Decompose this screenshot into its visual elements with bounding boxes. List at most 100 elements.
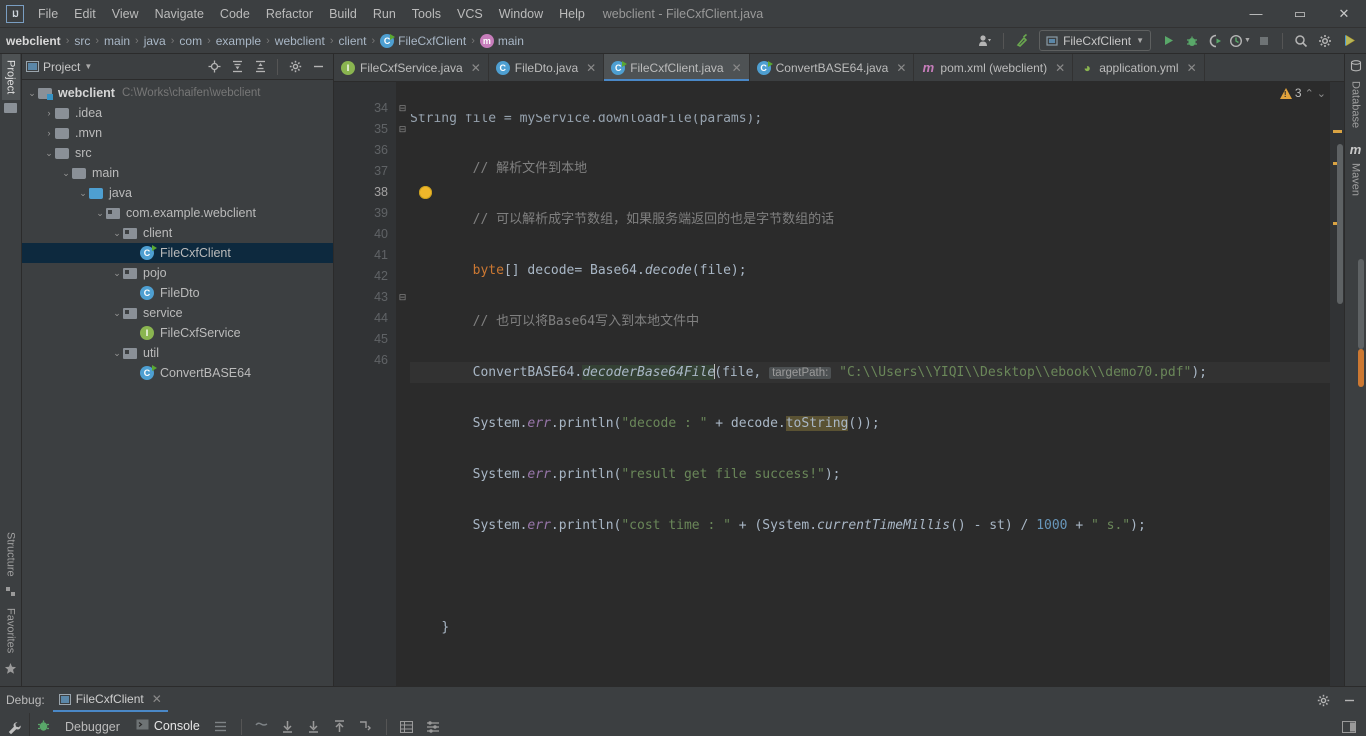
close-tab-icon[interactable]: ✕ — [1187, 61, 1197, 75]
tree-node[interactable]: ⌄ com.example.webclient — [22, 203, 333, 223]
chevron-down-icon[interactable]: ⌄ — [111, 268, 123, 279]
chevron-right-icon[interactable]: › — [43, 108, 55, 118]
tree-node[interactable]: ⌄ src — [22, 143, 333, 163]
editor-scrollbar-thumb[interactable] — [1358, 259, 1364, 349]
collapse-all-icon[interactable] — [249, 56, 271, 78]
tree-node[interactable]: I FileCxfService — [22, 323, 333, 343]
stop-button[interactable] — [1253, 30, 1275, 52]
sidebar-item-project[interactable]: Project — [1, 54, 20, 101]
run-with-coverage-button[interactable] — [1205, 30, 1227, 52]
close-button[interactable]: ✕ — [1322, 0, 1366, 28]
menu-build[interactable]: Build — [321, 3, 365, 25]
sidebar-item-favorites[interactable]: Favorites — [2, 602, 20, 659]
inspection-widget[interactable]: 3 ⌃ ⌄ — [1279, 86, 1326, 100]
menu-tools[interactable]: Tools — [404, 3, 449, 25]
tree-node-root[interactable]: ⌄ webclient C:\Works\chaifen\webclient — [22, 83, 333, 103]
editor-tab[interactable]: ◕ application.yml ✕ — [1073, 54, 1205, 81]
editor-tab[interactable]: C ConvertBASE64.java ✕ — [750, 54, 915, 81]
user-settings-icon[interactable] — [974, 30, 996, 52]
layout-settings-icon[interactable] — [1338, 716, 1360, 736]
tree-node[interactable]: ⌄ client — [22, 223, 333, 243]
close-tab-icon[interactable]: ✕ — [1055, 61, 1065, 75]
chevron-right-icon[interactable]: › — [43, 128, 55, 138]
close-tab-icon[interactable]: ✕ — [896, 61, 906, 75]
tree-node[interactable]: ⌄ java — [22, 183, 333, 203]
close-icon[interactable]: ✕ — [152, 692, 162, 706]
table-view-icon[interactable] — [396, 716, 418, 736]
breadcrumb-client[interactable]: client — [338, 34, 366, 48]
editor-tab[interactable]: I FileCxfService.java ✕ — [334, 54, 489, 81]
menu-window[interactable]: Window — [491, 3, 551, 25]
close-tab-icon[interactable]: ✕ — [732, 61, 742, 75]
breadcrumb-src[interactable]: src — [74, 34, 90, 48]
maximize-button[interactable]: ▭ — [1278, 0, 1322, 28]
tree-node[interactable]: › .idea — [22, 103, 333, 123]
tree-node[interactable]: ⌄ service — [22, 303, 333, 323]
menu-view[interactable]: View — [104, 3, 147, 25]
chevron-down-icon[interactable]: ⌄ — [77, 188, 89, 199]
chevron-down-icon[interactable]: ⌄ — [1317, 87, 1326, 100]
chevron-down-icon[interactable]: ⌄ — [43, 148, 55, 159]
menu-edit[interactable]: Edit — [66, 3, 104, 25]
chevron-down-icon[interactable]: ▼ — [84, 62, 92, 71]
debug-button[interactable] — [1181, 30, 1203, 52]
tree-node[interactable]: ⌄ main — [22, 163, 333, 183]
expand-all-icon[interactable] — [226, 56, 248, 78]
tree-node[interactable]: ⌄ pojo — [22, 263, 333, 283]
select-all-icon[interactable] — [355, 716, 377, 736]
chevron-up-icon[interactable]: ⌃ — [1305, 87, 1314, 100]
sidebar-item-database[interactable]: Database — [1347, 75, 1365, 134]
tree-node[interactable]: C ConvertBASE64 — [22, 363, 333, 383]
editor-tab[interactable]: m pom.xml (webclient) ✕ — [914, 54, 1074, 81]
menu-file[interactable]: File — [30, 3, 66, 25]
editor-tab[interactable]: C FileCxfClient.java ✕ — [604, 54, 750, 81]
scroll-up-icon[interactable] — [329, 716, 351, 736]
tab-console[interactable]: Console — [130, 714, 206, 736]
hide-panel-icon[interactable] — [1338, 689, 1360, 711]
settings-list-icon[interactable] — [422, 716, 444, 736]
breadcrumb-webclient[interactable]: webclient — [6, 34, 61, 48]
breadcrumb-example[interactable]: example — [216, 34, 261, 48]
chevron-down-icon[interactable]: ⌄ — [94, 208, 106, 219]
breadcrumb-webclient-pkg[interactable]: webclient — [275, 34, 325, 48]
sidebar-item-maven[interactable]: Maven — [1347, 157, 1365, 202]
menu-run[interactable]: Run — [365, 3, 404, 25]
chevron-down-icon[interactable]: ⌄ — [111, 308, 123, 319]
profile-button[interactable]: ▼ — [1229, 30, 1251, 52]
chevron-down-icon[interactable]: ⌄ — [111, 228, 123, 239]
debug-settings-wrench-icon[interactable] — [6, 719, 24, 736]
project-tree[interactable]: ⌄ webclient C:\Works\chaifen\webclient ›… — [22, 80, 333, 686]
menu-vcs[interactable]: VCS — [449, 3, 491, 25]
search-icon[interactable] — [1290, 30, 1312, 52]
chevron-down-icon[interactable]: ⌄ — [60, 168, 72, 179]
menu-code[interactable]: Code — [212, 3, 258, 25]
tree-node[interactable]: › .mvn — [22, 123, 333, 143]
breadcrumb-main-method[interactable]: main — [498, 34, 524, 48]
breadcrumb-main[interactable]: main — [104, 34, 130, 48]
gear-icon[interactable] — [1314, 30, 1336, 52]
breadcrumb-java[interactable]: java — [144, 34, 166, 48]
menu-help[interactable]: Help — [551, 3, 593, 25]
close-tab-icon[interactable]: ✕ — [586, 61, 596, 75]
gear-icon[interactable] — [1312, 689, 1334, 711]
breadcrumb-com[interactable]: com — [179, 34, 202, 48]
updates-icon[interactable] — [1338, 30, 1360, 52]
hide-panel-icon[interactable] — [307, 56, 329, 78]
tab-debugger[interactable]: Debugger — [59, 715, 126, 736]
run-configuration-selector[interactable]: FileCxfClient ▼ — [1039, 30, 1151, 51]
sidebar-item-structure[interactable]: Structure — [2, 526, 20, 583]
scrollbar-thumb[interactable] — [1337, 144, 1343, 304]
scroll-down-icon[interactable] — [303, 716, 325, 736]
soft-wrap-icon[interactable] — [251, 716, 273, 736]
chevron-down-icon[interactable]: ⌄ — [26, 88, 38, 99]
menu-refactor[interactable]: Refactor — [258, 3, 321, 25]
editor-tab[interactable]: C FileDto.java ✕ — [489, 54, 605, 81]
tree-node[interactable]: C FileDto — [22, 283, 333, 303]
locate-file-icon[interactable] — [203, 56, 225, 78]
tree-node[interactable]: C FileCxfClient — [22, 243, 333, 263]
chevron-down-icon[interactable]: ⌄ — [111, 348, 123, 359]
scroll-to-end-icon[interactable] — [277, 716, 299, 736]
code-text[interactable]: String file = myService.downloadFile(par… — [396, 82, 1344, 686]
minimize-button[interactable]: — — [1234, 0, 1278, 28]
code-editor[interactable]: 34 ⊟ 35 ⊟ 36 37 38 39 40 41 42 43 ⊟ 44 45 4… — [334, 82, 1344, 686]
